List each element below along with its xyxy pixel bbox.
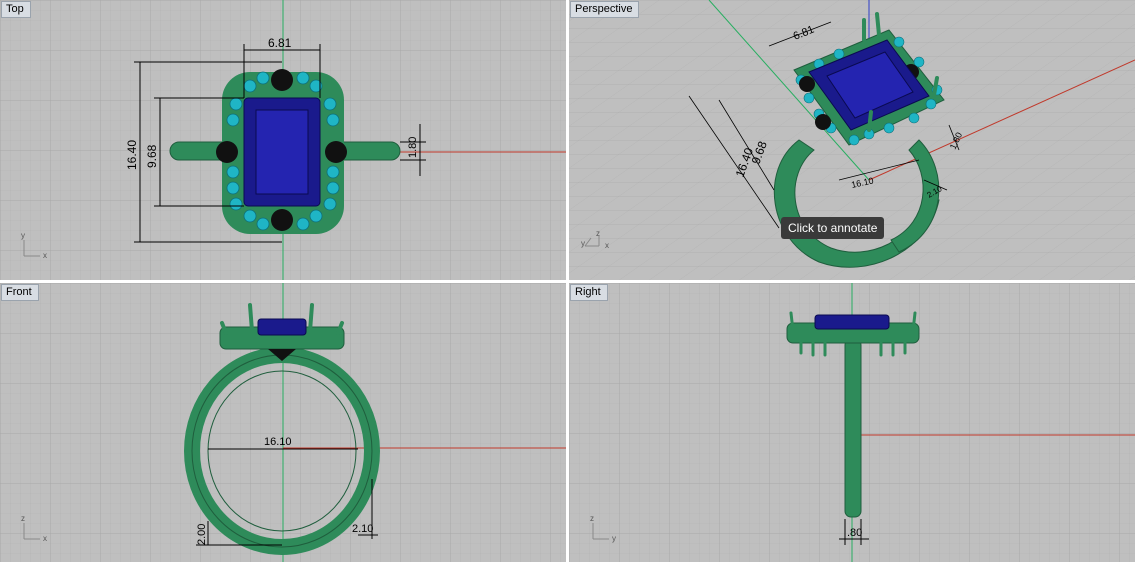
center-stone (814, 314, 890, 330)
dim-shank[interactable]: 2.10 (352, 523, 373, 535)
front-view-canvas[interactable]: 16.10 2.00 2.10 z x (0, 283, 566, 562)
viewport-right[interactable]: .80 z y Right (569, 283, 1135, 562)
viewport-label-perspective[interactable]: Perspective (570, 1, 640, 18)
svg-text:x: x (605, 241, 609, 250)
svg-text:y: y (581, 239, 585, 248)
viewport-label-top[interactable]: Top (1, 1, 31, 18)
right-view-canvas[interactable]: .80 z y (569, 283, 1135, 562)
svg-text:y: y (21, 231, 25, 240)
dim-band[interactable]: 1.80 (407, 137, 419, 158)
annotate-tooltip: Click to annotate (781, 217, 885, 239)
dim-stone[interactable]: 9.68 (145, 144, 159, 168)
top-view-canvas[interactable]: 6.81 16.40 9.68 1.80 y x (0, 0, 566, 280)
svg-text:x: x (43, 534, 47, 543)
svg-text:y: y (612, 534, 616, 543)
ring-shank (844, 338, 862, 518)
svg-text:z: z (21, 514, 25, 523)
viewport-label-right[interactable]: Right (570, 284, 608, 301)
svg-text:x: x (43, 251, 47, 260)
dim-length[interactable]: 16.40 (125, 140, 139, 170)
dim-width[interactable]: 6.81 (268, 36, 292, 50)
dim-inner[interactable]: 16.10 (264, 436, 292, 448)
svg-text:z: z (596, 229, 600, 238)
svg-text:z: z (590, 514, 594, 523)
dim-thickness[interactable]: .80 (847, 527, 862, 539)
viewport-perspective[interactable]: 6.81 9.68 16.40 1.80 16.10 2.10 yzx Pers… (569, 0, 1135, 280)
viewport-front[interactable]: 16.10 2.00 2.10 z x Front (0, 283, 566, 562)
center-stone (257, 318, 307, 336)
viewport-top[interactable]: 6.81 16.40 9.68 1.80 y x Top (0, 0, 566, 280)
dim-bottom[interactable]: 2.00 (196, 524, 208, 545)
viewport-label-front[interactable]: Front (1, 284, 39, 301)
